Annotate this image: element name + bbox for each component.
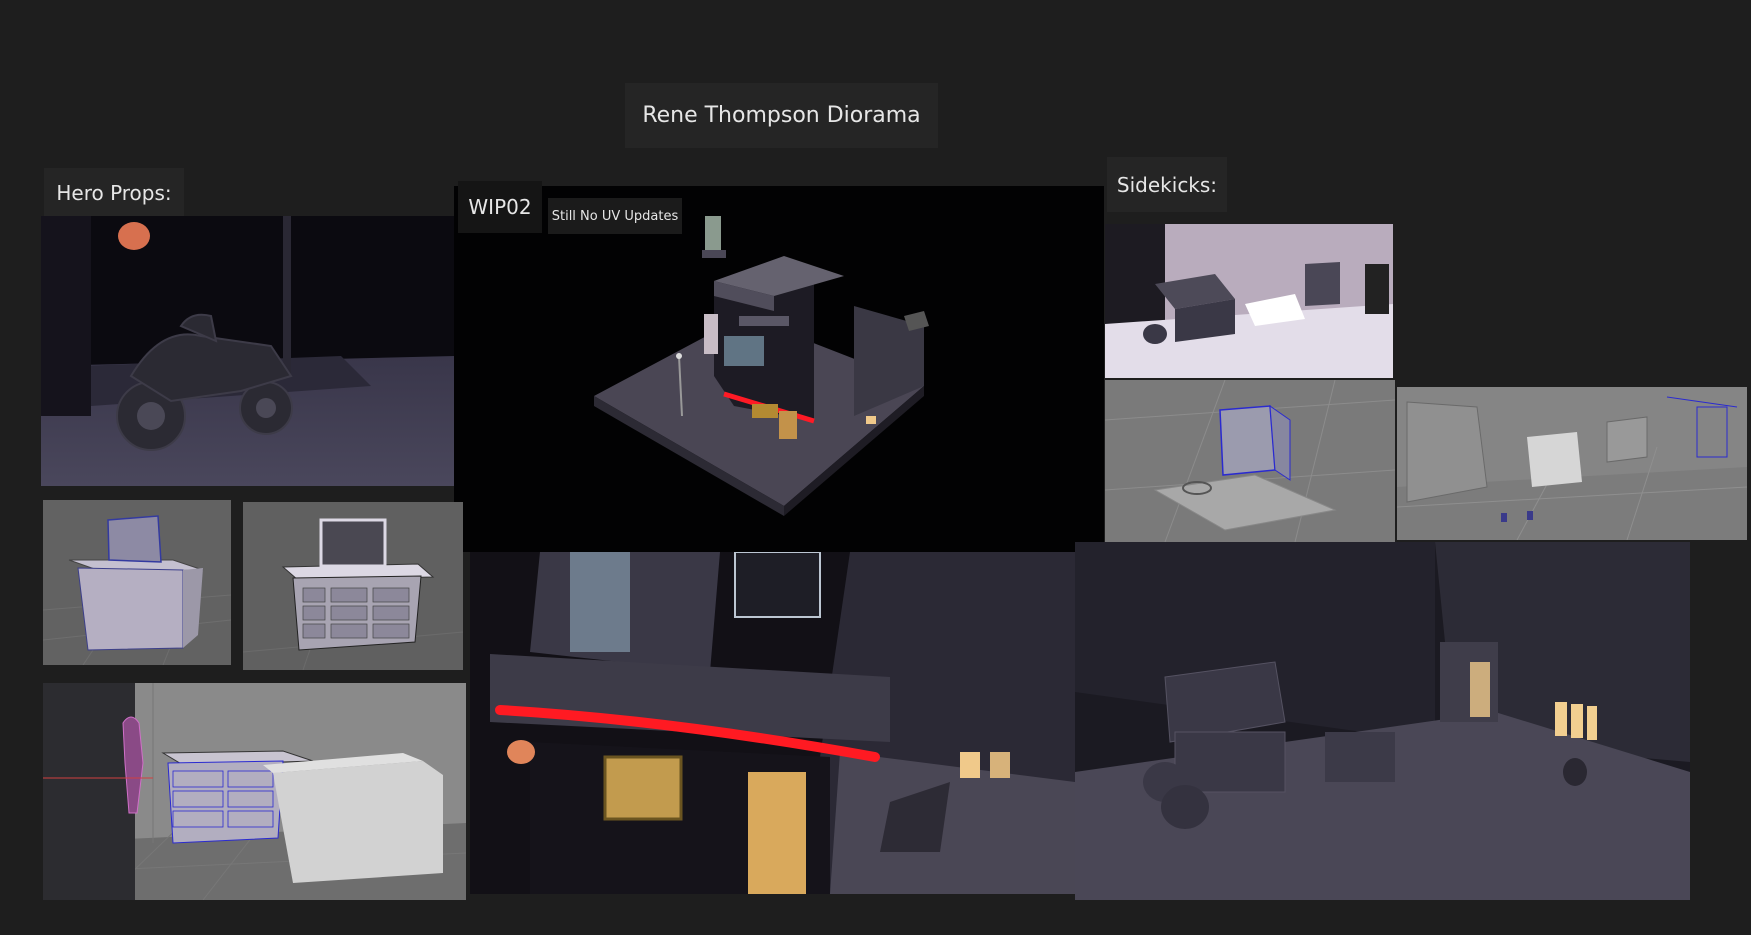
dresser-scene-wireframe[interactable] bbox=[43, 683, 466, 900]
motorcycle-render[interactable] bbox=[41, 216, 455, 486]
dresser-render[interactable] bbox=[243, 502, 463, 670]
wip-diorama-render[interactable] bbox=[454, 186, 1104, 552]
alley-props-wireframe[interactable] bbox=[1397, 387, 1747, 540]
board-title: Rene Thompson Diorama bbox=[625, 83, 938, 148]
storefront-closeup-render[interactable] bbox=[470, 552, 1075, 894]
wip-note-badge: Still No UV Updates bbox=[548, 198, 682, 234]
dumpster-wireframe[interactable] bbox=[1105, 380, 1395, 542]
boxes-render[interactable] bbox=[1105, 224, 1393, 378]
sidekicks-label: Sidekicks: bbox=[1107, 157, 1227, 212]
hero-props-label: Hero Props: bbox=[44, 168, 184, 218]
dresser-wireframe[interactable] bbox=[43, 500, 231, 665]
wip-label: WIP02 bbox=[458, 181, 542, 233]
alley-sidekicks-render[interactable] bbox=[1075, 542, 1690, 900]
